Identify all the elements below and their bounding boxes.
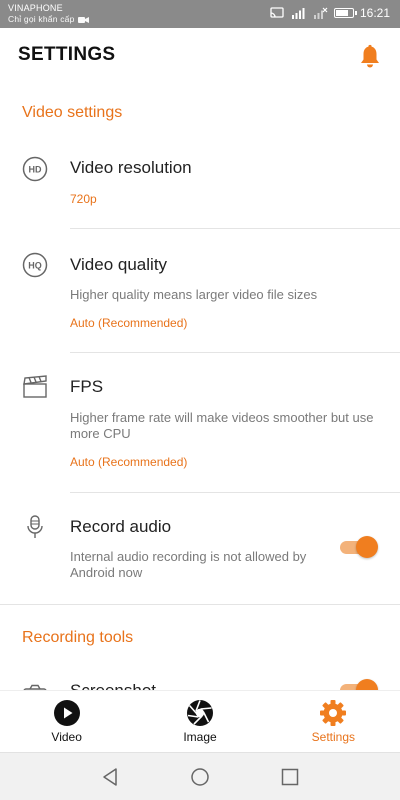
back-icon[interactable] <box>100 767 120 787</box>
toggle-thumb <box>356 536 378 558</box>
setting-record-audio[interactable]: Record audio Internal audio recording is… <box>0 504 400 605</box>
divider <box>70 352 400 353</box>
gear-icon <box>320 700 347 726</box>
setting-description: Internal audio recording is not allowed … <box>70 549 307 580</box>
recents-icon[interactable] <box>280 767 300 787</box>
signal-4g-icon <box>291 8 305 19</box>
battery-level <box>335 10 348 16</box>
clapperboard-icon <box>23 375 47 398</box>
home-icon[interactable] <box>190 767 210 787</box>
screenshot-toggle[interactable] <box>338 678 378 690</box>
play-circle-icon <box>53 700 80 726</box>
app-header: SETTINGS <box>0 28 400 84</box>
record-audio-toggle[interactable] <box>338 535 378 559</box>
setting-description: Higher quality means larger video file s… <box>70 287 318 302</box>
nav-label: Video <box>51 730 82 744</box>
divider <box>70 492 400 493</box>
setting-screenshot[interactable]: Screenshot <box>0 674 400 690</box>
setting-video-quality[interactable]: HQ Video quality Higher quality means la… <box>0 242 400 353</box>
nav-settings[interactable]: Settings <box>267 691 400 752</box>
settings-list[interactable]: Video settings HD Video resolution 720p … <box>0 84 400 690</box>
setting-title: Screenshot <box>70 681 156 690</box>
setting-title: Record audio <box>70 517 172 536</box>
page-title: SETTINGS <box>18 44 116 65</box>
battery-icon <box>333 8 357 18</box>
setting-value: Auto (Recommended) <box>70 316 188 330</box>
nav-image[interactable]: Image <box>133 691 266 752</box>
signal-no-service-icon <box>313 7 328 19</box>
setting-value: Auto (Recommended) <box>70 455 188 469</box>
carrier-name: VINAPHONE <box>8 3 63 13</box>
divider <box>0 604 400 605</box>
status-icons: 16:21 <box>270 6 390 20</box>
svg-text:HD: HD <box>29 165 42 175</box>
nav-label: Settings <box>311 730 355 744</box>
bottom-navigation: Video Image Settings <box>0 690 400 752</box>
carrier-subtext-row: Chỉ gọi khẩn cấp <box>8 14 89 25</box>
bell-icon[interactable] <box>358 44 382 70</box>
status-bar: VINAPHONE Chỉ gọi khẩn cấp 16:21 <box>0 0 400 28</box>
nav-video[interactable]: Video <box>0 691 133 752</box>
system-navigation-bar <box>0 752 400 800</box>
setting-value: 720p <box>70 192 97 206</box>
hq-icon: HQ <box>22 252 48 278</box>
carrier-subtext: Chỉ gọi khẩn cấp <box>8 14 75 24</box>
aperture-icon <box>186 700 213 726</box>
nav-label: Image <box>183 730 217 744</box>
toggle-thumb <box>356 679 378 690</box>
carrier-info: VINAPHONE Chỉ gọi khẩn cấp <box>8 3 89 25</box>
clock: 16:21 <box>359 6 390 20</box>
setting-title: Video resolution <box>70 158 192 177</box>
section-video-settings: Video settings <box>22 104 123 121</box>
divider <box>70 228 400 229</box>
setting-video-resolution[interactable]: HD Video resolution 720p <box>0 144 400 229</box>
section-recording-tools: Recording tools <box>22 629 134 646</box>
video-camera-icon <box>77 16 89 23</box>
hd-icon: HD <box>22 156 48 182</box>
setting-title: Video quality <box>70 255 168 274</box>
camera-icon <box>23 684 47 690</box>
cast-icon <box>270 7 284 18</box>
svg-text:HQ: HQ <box>28 261 42 271</box>
setting-title: FPS <box>70 377 104 396</box>
setting-description: Higher frame rate will make videos smoot… <box>70 410 374 441</box>
setting-fps[interactable]: FPS Higher frame rate will make videos s… <box>0 364 400 493</box>
microphone-icon <box>27 515 43 538</box>
